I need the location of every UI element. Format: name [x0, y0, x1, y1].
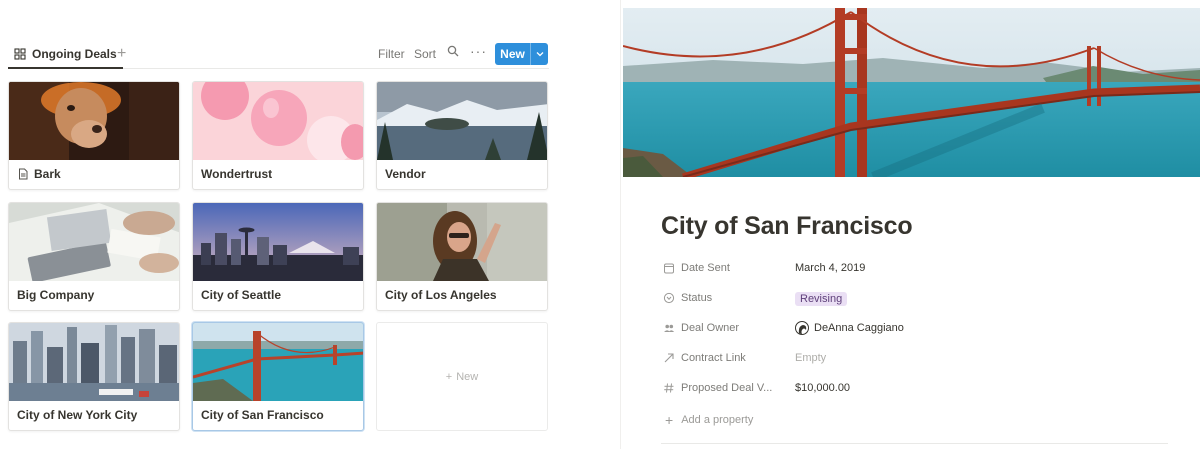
property-key: Status: [663, 292, 712, 304]
card-title-text: Big Company: [17, 288, 95, 302]
property-key-label: Date Sent: [681, 262, 730, 274]
gallery-card-city-of-san-francisco[interactable]: City of San Francisco: [192, 322, 364, 431]
card-title-text: Wondertrust: [201, 167, 273, 181]
new-button[interactable]: New: [495, 43, 548, 65]
gallery-card-big-company[interactable]: Big Company: [8, 202, 180, 311]
calendar-icon: [664, 263, 674, 274]
property-key-label: Status: [681, 292, 713, 304]
filter-button[interactable]: Filter: [378, 46, 405, 62]
property-row-deal-owner[interactable]: Deal Owner DeAnna Caggiano: [663, 320, 1173, 340]
card-title-text: Vendor: [385, 167, 426, 181]
gallery-card-wondertrust[interactable]: Wondertrust: [192, 81, 364, 190]
card-cover-image: [377, 203, 547, 281]
avatar: [795, 321, 809, 335]
link-arrow-icon: [664, 353, 674, 363]
card-cover-image: [193, 203, 363, 281]
card-cover-image: [193, 82, 363, 160]
page-cover-image: [623, 8, 1200, 177]
add-property-button[interactable]: + Add a property: [665, 412, 753, 428]
card-cover-image: [193, 323, 363, 401]
gallery-card-bark[interactable]: Bark: [8, 81, 180, 190]
card-title: City of Los Angeles: [385, 288, 497, 302]
tab-ongoing-deals[interactable]: Ongoing Deals: [8, 41, 123, 69]
gallery-card-vendor[interactable]: Vendor: [376, 81, 548, 190]
card-cover-image: [9, 82, 179, 160]
property-key-label: Deal Owner: [681, 322, 740, 334]
property-key: Proposed Deal V...: [663, 382, 772, 394]
card-cover-image: [377, 82, 547, 160]
status-badge: Revising: [795, 292, 848, 306]
property-row-status[interactable]: Status Revising: [663, 290, 1173, 310]
section-divider: [661, 443, 1168, 444]
property-key-label: Proposed Deal V...: [681, 382, 773, 394]
property-value[interactable]: DeAnna Caggiano: [795, 321, 904, 335]
tab-label: Ongoing Deals: [32, 47, 117, 61]
page-document-icon: [19, 168, 28, 180]
new-button-label: New: [500, 47, 525, 61]
property-key: Deal Owner: [663, 322, 739, 334]
property-key-label: Contract Link: [681, 352, 746, 364]
card-cover-image: [9, 323, 179, 401]
gallery-add-new-card[interactable]: + New: [376, 322, 548, 431]
card-title-text: City of San Francisco: [201, 408, 324, 422]
more-options-icon[interactable]: ···: [470, 43, 487, 59]
property-value[interactable]: Revising: [795, 292, 848, 306]
card-title-text: City of New York City: [17, 408, 138, 422]
gallery-grid-icon: [14, 48, 26, 60]
search-icon[interactable]: [447, 45, 459, 61]
panel-divider: [620, 0, 621, 449]
property-value[interactable]: $10,000.00: [795, 382, 850, 394]
page-title[interactable]: City of San Francisco: [661, 212, 913, 241]
owner-name: DeAnna Caggiano: [814, 322, 904, 334]
card-title: Wondertrust: [201, 167, 272, 181]
sort-button[interactable]: Sort: [414, 46, 436, 62]
card-title-text: City of Los Angeles: [385, 288, 497, 302]
people-icon: [664, 324, 675, 332]
gallery-card-city-of-new-york-city[interactable]: City of New York City: [8, 322, 180, 431]
select-icon: [663, 292, 675, 304]
gallery-card-city-of-seattle[interactable]: City of Seattle: [192, 202, 364, 311]
card-cover-image: [9, 203, 179, 281]
property-value[interactable]: March 4, 2019: [795, 262, 865, 274]
gallery-card-city-of-los-angeles[interactable]: City of Los Angeles: [376, 202, 548, 311]
gallery-view: Ongoing Deals + Filter Sort ··· New Bark…: [0, 0, 560, 449]
property-key: Date Sent: [663, 262, 730, 274]
property-row-proposed-deal-value[interactable]: Proposed Deal V... $10,000.00: [663, 380, 1173, 400]
number-icon: [664, 383, 674, 393]
add-property-label: Add a property: [681, 414, 754, 426]
property-key: Contract Link: [663, 352, 746, 364]
plus-icon: +: [665, 412, 674, 428]
add-view-plus-icon[interactable]: +: [117, 44, 126, 64]
chevron-down-icon[interactable]: [531, 51, 548, 57]
add-new-card-content: + New: [377, 323, 547, 430]
card-title-text: City of Seattle: [201, 288, 282, 302]
card-title: City of New York City: [17, 408, 137, 422]
card-title: Big Company: [17, 288, 94, 302]
property-row-date-sent[interactable]: Date Sent March 4, 2019: [663, 260, 1173, 280]
page-panel: City of San Francisco Date Sent March 4,…: [623, 0, 1200, 449]
card-title: City of Seattle: [201, 288, 281, 302]
card-title-text: Bark: [34, 167, 61, 181]
card-title: City of San Francisco: [201, 408, 324, 422]
property-row-contract-link[interactable]: Contract Link Empty: [663, 350, 1173, 370]
plus-icon: +: [445, 370, 453, 383]
card-title: Vendor: [385, 167, 426, 181]
card-title: Bark: [17, 167, 61, 181]
property-value[interactable]: Empty: [795, 352, 826, 364]
add-new-label: New: [456, 370, 479, 383]
gallery-toolbar: Ongoing Deals + Filter Sort ··· New: [8, 41, 549, 69]
